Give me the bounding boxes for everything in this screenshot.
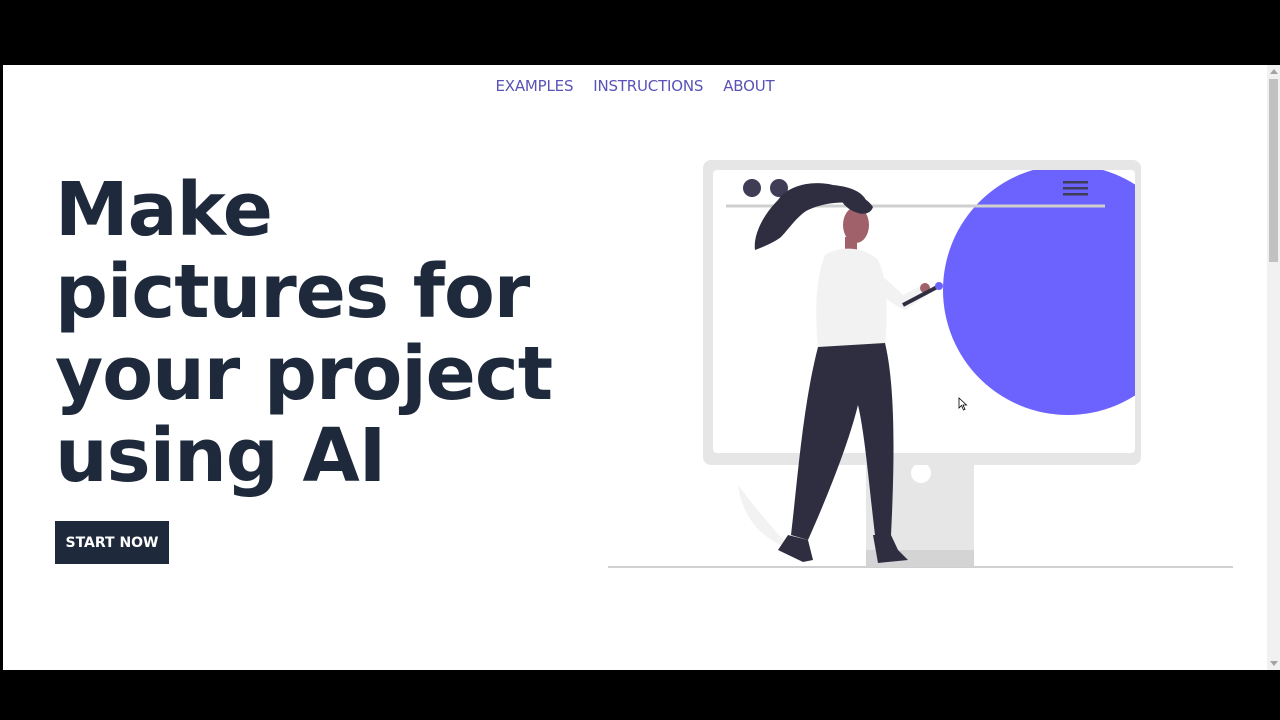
nav-link-about[interactable]: ABOUT [723,77,774,95]
monitor-stand-hole [911,463,931,483]
hero-title-line-3: your project [55,331,553,417]
hero-title-line-2: pictures for [55,249,530,335]
browser-viewport: EXAMPLES INSTRUCTIONS ABOUT Make picture… [3,65,1267,670]
top-nav: EXAMPLES INSTRUCTIONS ABOUT [3,77,1267,95]
nav-link-examples[interactable]: EXAMPLES [496,77,574,95]
scroll-down-icon[interactable] [1267,657,1280,670]
start-now-button[interactable]: START NOW [55,521,169,564]
woman-painting-monitor-illustration [608,160,1233,568]
mouse-cursor-icon [958,397,968,411]
hamburger-menu-icon [1063,181,1088,196]
hero-title-line-1: Make [55,167,273,253]
scrollbar-thumb[interactable] [1269,79,1278,262]
vertical-scrollbar[interactable] [1267,65,1280,670]
hero-title-line-4: using AI [55,413,386,499]
screen-dot-1 [743,179,761,197]
hero-title: Make pictures for your project using AI [55,169,575,497]
nav-link-instructions[interactable]: INSTRUCTIONS [593,77,703,95]
painted-circle [943,170,1135,415]
scroll-up-icon[interactable] [1267,65,1280,78]
